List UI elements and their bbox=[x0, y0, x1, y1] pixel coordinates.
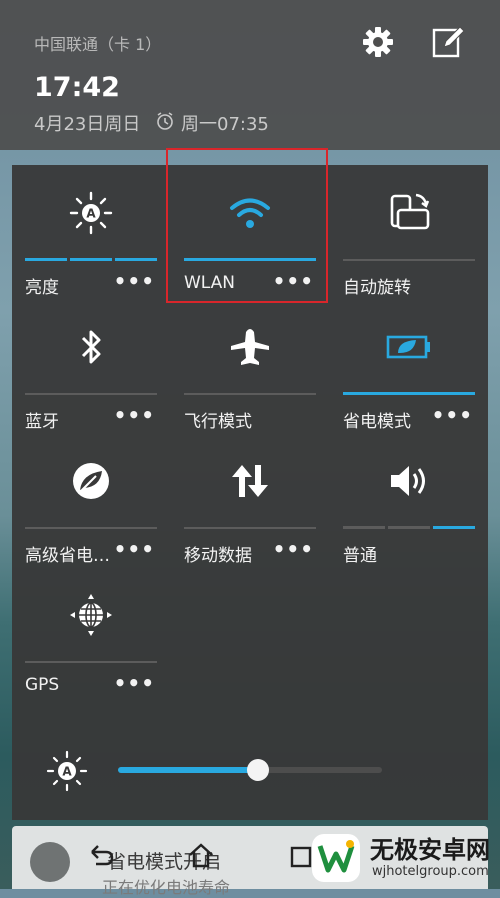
brightness-slider[interactable] bbox=[118, 759, 382, 781]
more-options-button[interactable]: ••• bbox=[114, 403, 155, 427]
eco-leaf-icon bbox=[73, 463, 109, 499]
back-icon[interactable] bbox=[86, 840, 116, 870]
tile-label: 省电模式 bbox=[343, 412, 411, 432]
gps-icon bbox=[70, 594, 112, 636]
brightness-slider-fill bbox=[118, 767, 258, 773]
auto-brightness-icon: A bbox=[46, 750, 88, 792]
watermark-url: wjhotelgroup.com bbox=[372, 864, 489, 879]
bluetooth-icon bbox=[81, 330, 101, 364]
notification-battery-icon bbox=[30, 842, 70, 882]
date-label: 4月23日周日 bbox=[34, 114, 141, 135]
brightness-level-indicator bbox=[25, 258, 157, 261]
battery-saver-icon bbox=[386, 335, 430, 359]
tile-label: 普通 bbox=[343, 546, 377, 566]
tile-auto-rotate[interactable]: 自动旋转 bbox=[343, 165, 475, 299]
battery-saver-active-indicator bbox=[343, 392, 475, 395]
tile-bluetooth[interactable]: 蓝牙 ••• bbox=[25, 299, 157, 433]
gear-icon bbox=[363, 27, 393, 57]
svg-text:A: A bbox=[86, 207, 96, 221]
sound-icon bbox=[391, 466, 425, 496]
tile-label: 飞行模式 bbox=[184, 412, 252, 432]
brightness-slider-thumb[interactable] bbox=[246, 759, 269, 781]
tile-battery-saver[interactable]: 省电模式 ••• bbox=[343, 299, 475, 433]
tile-gps[interactable]: GPS ••• bbox=[25, 567, 157, 701]
site-watermark: 无极安卓网 wjhotelgroup.com bbox=[300, 824, 500, 889]
tile-airplane[interactable]: 飞行模式 bbox=[184, 299, 316, 433]
home-icon[interactable] bbox=[186, 840, 216, 870]
more-options-button[interactable]: ••• bbox=[114, 269, 155, 293]
alarm-time: 周一07:35 bbox=[181, 114, 269, 135]
tile-label: 自动旋转 bbox=[343, 278, 411, 298]
watermark-title: 无极安卓网 bbox=[370, 836, 490, 864]
auto-rotate-icon bbox=[390, 193, 430, 230]
tile-label: 亮度 bbox=[25, 278, 59, 298]
tile-brightness[interactable]: A 亮度 ••• bbox=[25, 165, 157, 299]
more-options-button[interactable]: ••• bbox=[114, 537, 155, 561]
alarm-clock-icon bbox=[155, 111, 175, 136]
watermark-logo bbox=[312, 834, 360, 882]
tile-mobile-data[interactable]: 移动数据 ••• bbox=[184, 433, 316, 567]
tile-label: 移动数据 bbox=[184, 546, 252, 566]
carrier-label: 中国联通（卡 1） bbox=[34, 35, 162, 54]
tile-advanced-power-saving[interactable]: 高级省电… ••• bbox=[25, 433, 157, 567]
alarm-info: 周一07:35 bbox=[155, 110, 269, 136]
volume-level-indicator bbox=[343, 526, 475, 529]
edit-icon bbox=[432, 26, 464, 58]
more-options-button[interactable]: ••• bbox=[273, 537, 314, 561]
clock-time: 17:42 bbox=[34, 72, 120, 103]
airplane-icon bbox=[231, 329, 269, 365]
tile-label: 蓝牙 bbox=[25, 412, 59, 432]
more-options-button[interactable]: ••• bbox=[432, 403, 473, 427]
settings-button[interactable] bbox=[360, 24, 396, 60]
mobile-data-icon bbox=[232, 465, 268, 497]
tile-label: 高级省电… bbox=[25, 546, 110, 566]
tile-label: GPS bbox=[25, 675, 60, 695]
wlan-highlight-frame bbox=[166, 148, 328, 303]
more-options-button[interactable]: ••• bbox=[114, 671, 155, 695]
auto-brightness-icon: A bbox=[69, 191, 113, 235]
svg-text:A: A bbox=[62, 765, 72, 779]
edit-button[interactable] bbox=[429, 24, 465, 60]
notification-subtitle: 正在优化电池寿命 bbox=[102, 878, 231, 897]
tile-sound-mode[interactable]: 普通 bbox=[343, 433, 475, 567]
status-header: 中国联通（卡 1） 17:42 4月23日周日 周一07:35 bbox=[0, 0, 500, 150]
